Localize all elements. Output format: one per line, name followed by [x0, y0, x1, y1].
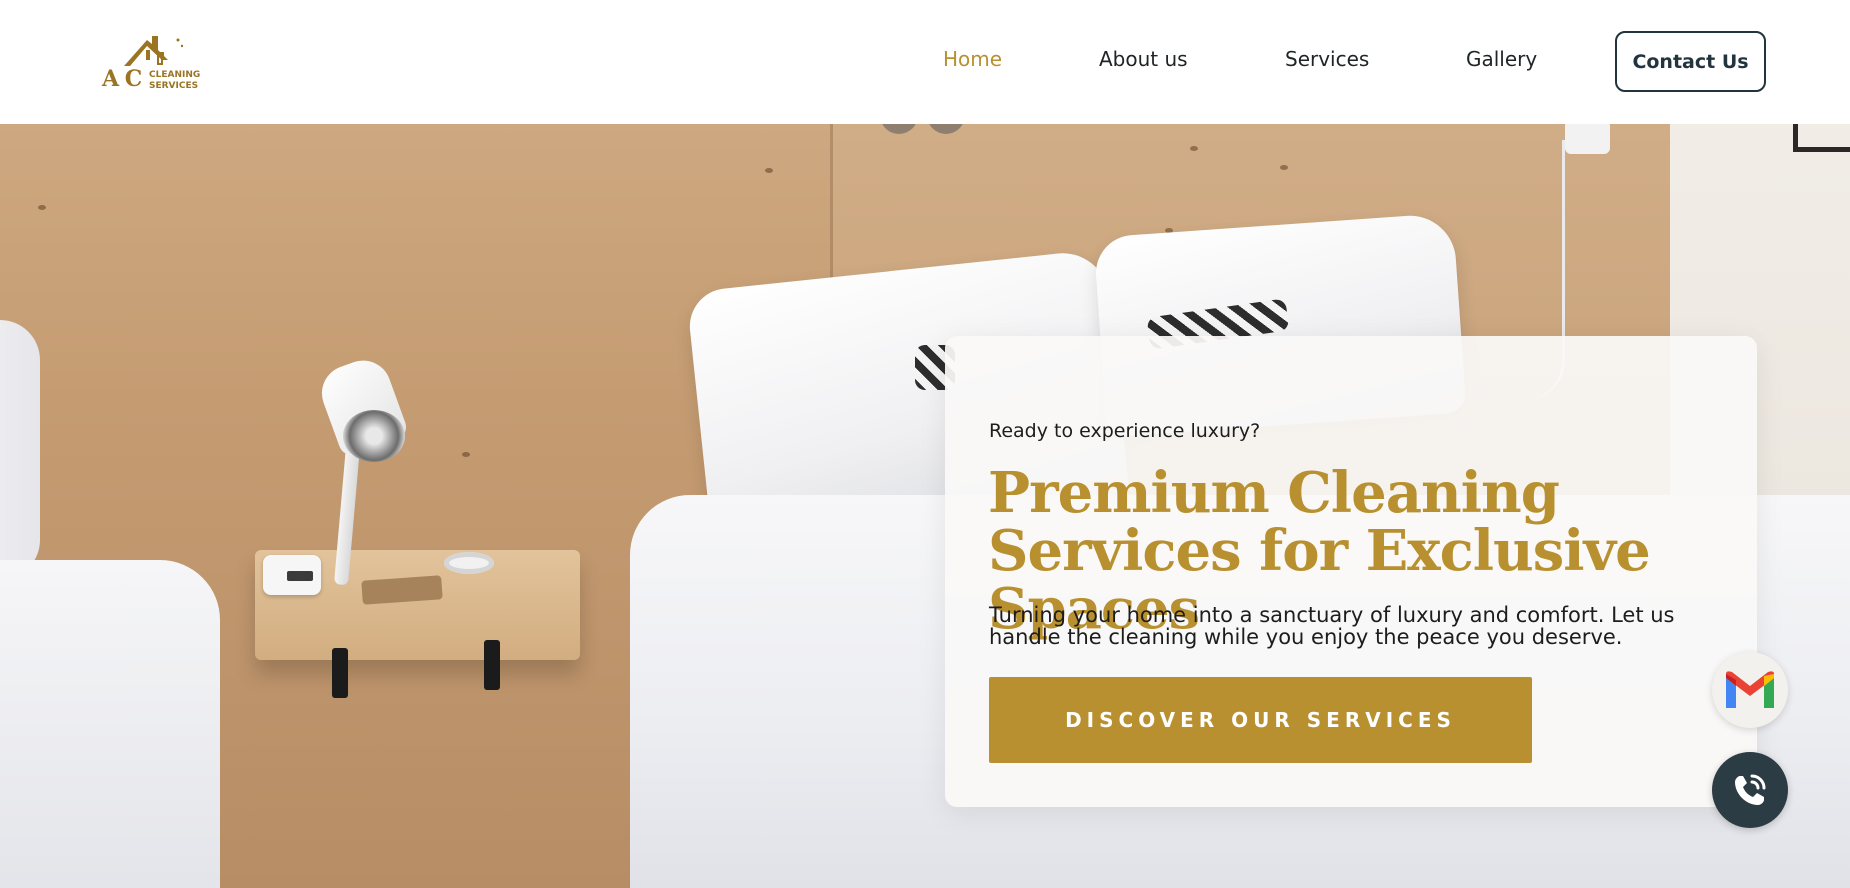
contact-us-button[interactable]: Contact Us: [1615, 31, 1766, 92]
logo-line-2: SERVICES: [149, 81, 199, 91]
hero-eyebrow: Ready to experience luxury?: [989, 420, 1261, 442]
wood-knot: [462, 452, 470, 457]
phone-call-icon: [1735, 774, 1766, 805]
nav-link-gallery[interactable]: Gallery: [1466, 47, 1537, 71]
logo-line-1: CLEANING: [149, 70, 201, 80]
bed-left: [0, 560, 220, 888]
navbar: A C CLEANING SERVICES Home About us Serv…: [0, 0, 1850, 124]
wall-lamp: [1565, 120, 1610, 154]
nav-link-about-us[interactable]: About us: [1099, 47, 1188, 71]
shelf-bracket: [484, 640, 500, 690]
desk-lamp-bulb: [343, 410, 405, 462]
wood-knot: [38, 205, 46, 210]
logo-wordmark: CLEANING SERVICES: [149, 70, 200, 92]
shelf-bracket: [332, 648, 348, 698]
gmail-icon: [1726, 671, 1774, 708]
clock-display: [287, 571, 313, 581]
nav-link-services[interactable]: Services: [1285, 47, 1369, 71]
wood-knot: [1190, 146, 1198, 151]
nav-link-home[interactable]: Home: [943, 47, 1002, 71]
discover-services-button[interactable]: DISCOVER OUR SERVICES: [989, 677, 1532, 763]
logo-mark: A C: [102, 66, 142, 92]
phone-call-button[interactable]: [1712, 752, 1788, 828]
hero-card: Ready to experience luxury? Premium Clea…: [945, 336, 1757, 807]
wood-knot: [1280, 165, 1288, 170]
charger: [444, 552, 494, 574]
brand-logo[interactable]: A C CLEANING SERVICES: [102, 30, 208, 94]
wood-knot: [765, 168, 773, 173]
gmail-button[interactable]: [1712, 652, 1788, 728]
bed-left: [0, 320, 40, 580]
hero-description: Turning your home into a sanctuary of lu…: [989, 603, 1675, 649]
